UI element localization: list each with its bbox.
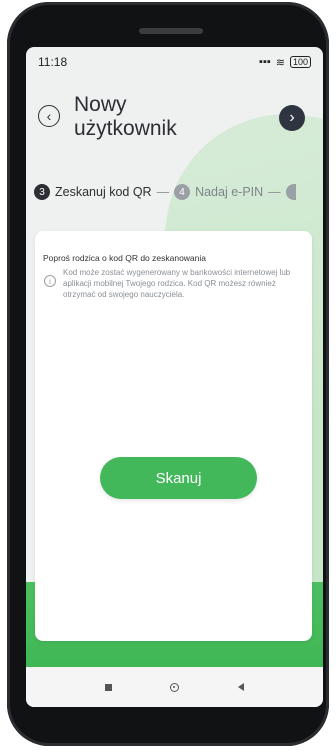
next-icon: › <box>289 109 295 126</box>
step-5-number-partial <box>285 184 296 200</box>
phone-screen: 11:18 ▪▪▪ ≋ 100 ‹ Nowy użytkownik › 3 Ze… <box>26 47 323 707</box>
status-time: 11:18 <box>38 55 68 69</box>
next-button[interactable]: › <box>279 105 305 131</box>
step-4-number: 4 <box>174 184 191 200</box>
back-button[interactable]: ‹ <box>38 105 60 127</box>
battery-icon: 100 <box>289 56 311 68</box>
scan-button[interactable]: Skanuj <box>100 457 257 499</box>
wifi-icon: ≋ <box>275 56 285 69</box>
step-3-number: 3 <box>34 184 50 200</box>
title-line-2: użytkownik <box>74 117 177 140</box>
steps-indicator: 3 Zeskanuj kod QR — 4 Nadaj e-PIN — <box>26 181 323 203</box>
info-text: Kod może zostać wygenerowany w bankowośc… <box>63 268 291 299</box>
info-icon: i <box>44 275 56 287</box>
status-bar: 11:18 ▪▪▪ ≋ 100 <box>26 47 323 77</box>
step-separator: — <box>268 185 281 199</box>
back-icon: ‹ <box>46 108 52 124</box>
phone-frame: 11:18 ▪▪▪ ≋ 100 ‹ Nowy użytkownik › 3 Ze… <box>7 2 329 746</box>
signal-icon: ▪▪▪ <box>259 56 271 68</box>
earpiece <box>139 28 203 34</box>
title-line-1: Nowy <box>74 93 127 116</box>
nav-home-icon[interactable] <box>170 682 180 692</box>
step-3-label: Zeskanuj kod QR <box>55 185 152 199</box>
nav-back-icon[interactable] <box>237 683 244 691</box>
card-title: Poproś rodzica o kod QR do zeskanowania <box>43 253 207 263</box>
step-4-label: Nadaj e-PIN <box>195 185 264 199</box>
status-icons: ▪▪▪ ≋ 100 <box>259 56 311 69</box>
scan-card: Poproś rodzica o kod QR do zeskanowania … <box>35 231 312 641</box>
step-separator: — <box>156 185 170 199</box>
android-nav-bar <box>26 667 323 707</box>
nav-recents-icon[interactable] <box>105 683 113 691</box>
page-title: Nowy użytkownik <box>74 93 177 141</box>
